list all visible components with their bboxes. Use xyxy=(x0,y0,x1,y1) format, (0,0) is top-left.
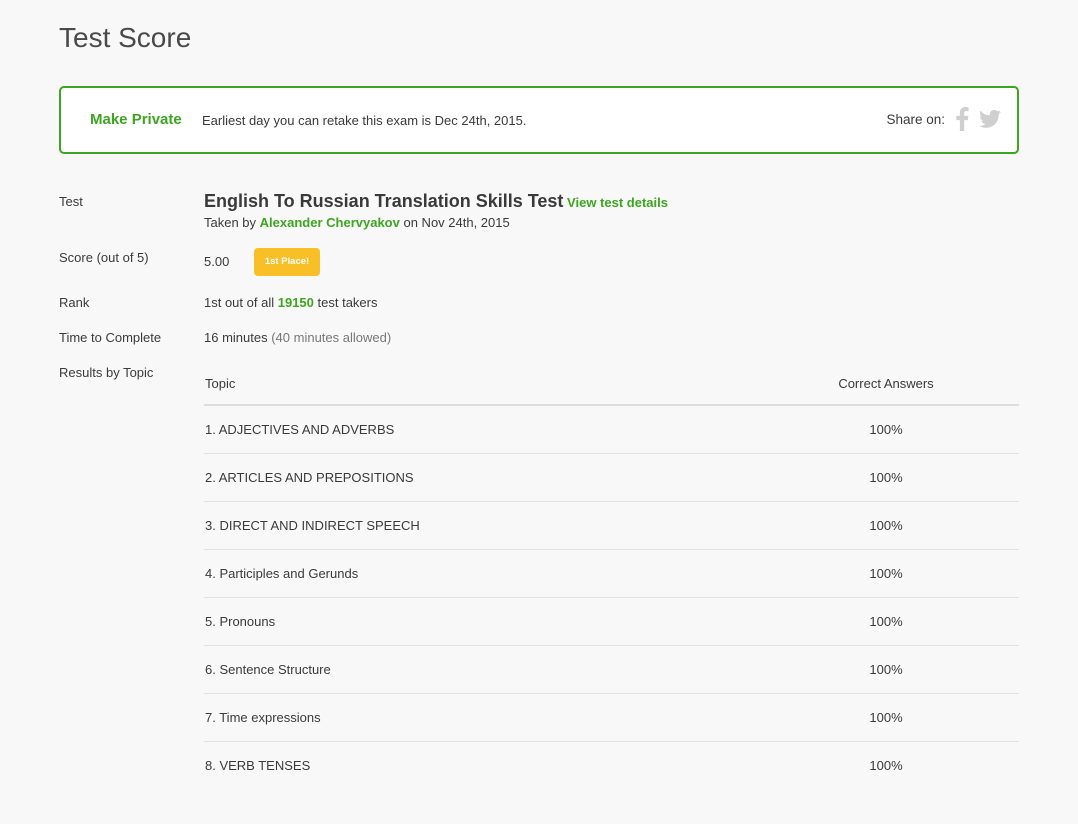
topic-cell: 1. ADJECTIVES AND ADVERBS xyxy=(204,405,753,454)
test-info: English To Russian Translation Skills Te… xyxy=(204,190,668,214)
retake-note: Earliest day you can retake this exam is… xyxy=(202,113,527,128)
test-taker-link[interactable]: Alexander Chervyakov xyxy=(260,215,400,230)
topic-cell: 2. ARTICLES AND PREPOSITIONS xyxy=(204,453,753,502)
taken-by-line: Taken by Alexander Chervyakov on Nov 24t… xyxy=(204,215,510,230)
view-test-details-link[interactable]: View test details xyxy=(567,195,668,210)
topic-cell: 3. DIRECT AND INDIRECT SPEECH xyxy=(204,501,753,550)
topic-results-table: Topic Correct Answers 1. ADJECTIVES AND … xyxy=(204,362,1019,789)
correct-answers-cell: 100% xyxy=(753,453,1019,502)
table-row: 1. ADJECTIVES AND ADVERBS 100% xyxy=(204,405,1019,454)
topic-cell: 8. VERB TENSES xyxy=(205,758,311,773)
rank-count: 19150 xyxy=(277,295,314,310)
table-row: 5. Pronouns 100% xyxy=(204,597,1019,646)
table-row: 4. Participles and Gerunds 100% xyxy=(204,549,1019,598)
time-taken: 16 minutes xyxy=(204,330,268,345)
time-value: 16 minutes (40 minutes allowed) xyxy=(204,330,391,345)
table-row: 6. Sentence Structure 100% xyxy=(204,645,1019,694)
first-place-badge: 1st Place! xyxy=(254,248,320,276)
rank-suffix: test takers xyxy=(317,295,378,310)
facebook-icon[interactable] xyxy=(955,107,969,131)
score-label: Score (out of 5) xyxy=(59,250,149,265)
correct-answers-cell: 100% xyxy=(753,501,1019,550)
correct-answers-cell: 100% xyxy=(753,597,1019,646)
rank-prefix: 1st out of all xyxy=(204,295,275,310)
taken-on-date: on Nov 24th, 2015 xyxy=(403,215,510,230)
correct-answers-column-header: Correct Answers xyxy=(753,362,1019,406)
topic-cell: 6. Sentence Structure xyxy=(204,645,753,694)
table-row: 8. VERB TENSES 100% xyxy=(204,742,1019,790)
taken-by-prefix: Taken by xyxy=(204,215,257,230)
time-label: Time to Complete xyxy=(59,330,162,345)
score-value: 5.00 xyxy=(204,254,230,269)
share-label: Share on: xyxy=(886,111,945,127)
make-private-button[interactable]: Make Private xyxy=(90,111,182,128)
correct-answers-cell: 100% xyxy=(753,549,1019,598)
correct-answers-cell: 100% xyxy=(869,758,903,773)
correct-answers-cell: 100% xyxy=(753,645,1019,694)
rank-label: Rank xyxy=(59,295,90,310)
table-row: 7. Time expressions 100% xyxy=(204,693,1019,742)
rank-value: 1st out of all 19150 test takers xyxy=(204,295,377,310)
table-row: 3. DIRECT AND INDIRECT SPEECH 100% xyxy=(204,501,1019,550)
test-label: Test xyxy=(59,194,83,209)
topic-cell: 5. Pronouns xyxy=(204,597,753,646)
correct-answers-cell: 100% xyxy=(753,693,1019,742)
share-group: Share on: xyxy=(886,107,1001,131)
topic-cell: 7. Time expressions xyxy=(204,693,753,742)
privacy-banner: Make Private Earliest day you can retake… xyxy=(59,86,1019,154)
correct-answers-cell: 100% xyxy=(753,405,1019,454)
topic-column-header: Topic xyxy=(204,362,753,406)
topic-cell: 4. Participles and Gerunds xyxy=(204,549,753,598)
table-row: 2. ARTICLES AND PREPOSITIONS 100% xyxy=(204,453,1019,502)
table-header-row: Topic Correct Answers xyxy=(204,362,1019,406)
time-allowed: (40 minutes allowed) xyxy=(271,330,392,345)
test-name: English To Russian Translation Skills Te… xyxy=(204,191,564,211)
page-title: Test Score xyxy=(59,22,192,53)
twitter-icon[interactable] xyxy=(979,107,1001,131)
results-by-topic-label: Results by Topic xyxy=(59,365,154,380)
